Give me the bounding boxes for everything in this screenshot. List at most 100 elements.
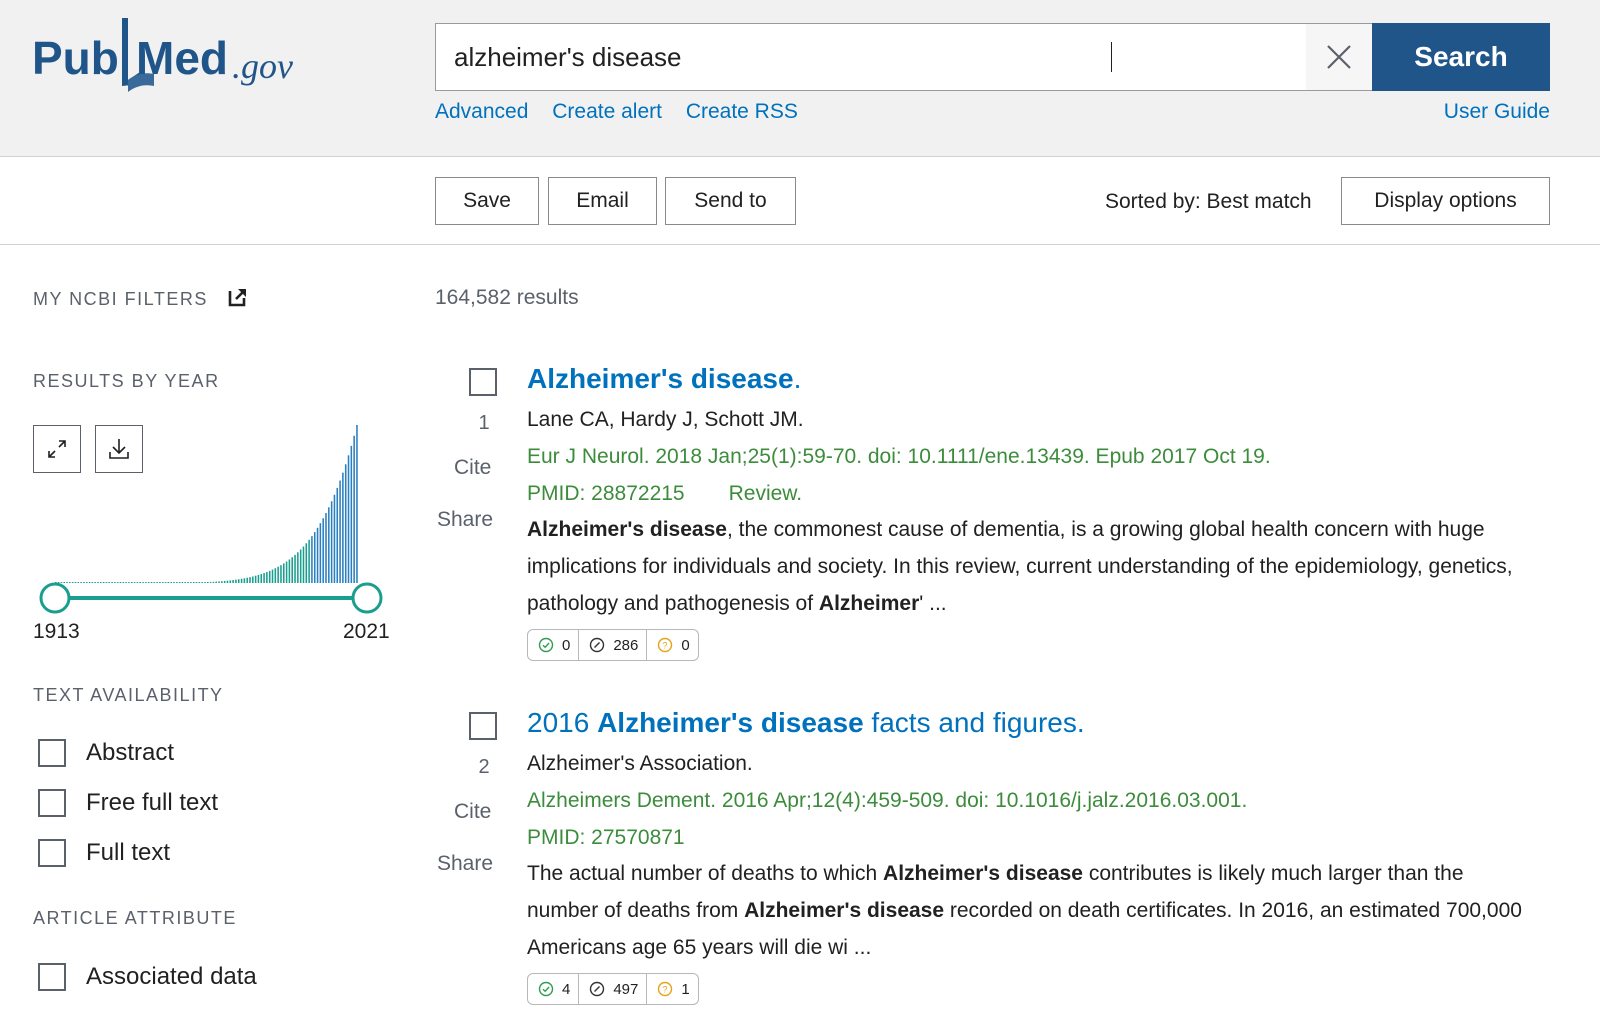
histogram-bar xyxy=(133,582,136,583)
external-link-icon xyxy=(229,289,247,307)
year-end-handle[interactable] xyxy=(351,582,383,614)
result-2-snippet: The actual number of deaths to which Alz… xyxy=(527,855,1527,966)
histogram-bar xyxy=(178,582,181,583)
title-highlight: Alzheimer's disease xyxy=(597,707,864,738)
email-button[interactable]: Email xyxy=(548,177,657,225)
svg-text:?: ? xyxy=(663,641,668,651)
title-highlight: Alzheimer's disease xyxy=(527,363,794,394)
contrasting-badge[interactable]: ? 0 xyxy=(647,630,697,660)
histogram-bar xyxy=(161,582,164,583)
abstract-checkbox[interactable] xyxy=(38,739,66,767)
histogram-bar xyxy=(105,582,108,583)
save-button[interactable]: Save xyxy=(435,177,539,225)
histogram-bar xyxy=(252,576,254,583)
histogram-bar xyxy=(97,582,99,583)
histogram-bar xyxy=(299,549,302,583)
close-icon xyxy=(1327,45,1351,69)
histogram-bar xyxy=(66,582,68,583)
send-to-button[interactable]: Send to xyxy=(665,177,796,225)
histogram-bar xyxy=(311,536,313,583)
full-text-checkbox[interactable] xyxy=(38,839,66,867)
check-circle-icon xyxy=(538,981,554,997)
histogram-bar xyxy=(350,445,353,583)
histogram-bar xyxy=(207,582,209,583)
result-1-checkbox[interactable] xyxy=(469,368,497,396)
header: Pub Med .gov Search Advanced Create aler… xyxy=(0,0,1600,157)
pubmed-logo[interactable]: Pub Med .gov xyxy=(32,14,322,94)
display-options-button[interactable]: Display options xyxy=(1341,177,1550,225)
histogram-bar xyxy=(328,507,330,583)
share-button[interactable]: Share xyxy=(437,852,493,876)
create-rss-link[interactable]: Create RSS xyxy=(686,100,798,123)
result-1-title[interactable]: Alzheimer's disease. xyxy=(527,363,801,395)
snippet-highlight: Alzheimer's disease xyxy=(744,899,945,922)
snippet-highlight: Alzheimer xyxy=(818,592,920,615)
year-start-handle[interactable] xyxy=(39,582,71,614)
pmid: PMID: 27570871 xyxy=(527,826,685,849)
result-1-pmid-line: PMID: 28872215 Review. xyxy=(527,482,802,506)
title-text: . xyxy=(793,363,802,394)
histogram-bar xyxy=(142,582,144,583)
result-2-citation-badges: 4 497 ? 1 xyxy=(527,973,699,1005)
histogram-bar xyxy=(94,582,96,583)
histogram-bar xyxy=(356,425,358,583)
histogram-bar xyxy=(339,480,341,583)
logo-gov-text: .gov xyxy=(232,46,293,86)
histogram-bar xyxy=(254,575,257,583)
histogram-bar xyxy=(170,582,172,583)
filter-label: Abstract xyxy=(86,739,175,766)
histogram-bar xyxy=(263,573,265,583)
create-alert-link[interactable]: Create alert xyxy=(552,100,662,123)
free-full-text-checkbox[interactable] xyxy=(38,789,66,817)
histogram-bar xyxy=(260,574,263,583)
user-guide-link[interactable]: User Guide xyxy=(1444,100,1550,124)
histogram-bar xyxy=(342,472,344,583)
advanced-link[interactable]: Advanced xyxy=(435,100,528,123)
associated-data-checkbox[interactable] xyxy=(38,963,66,991)
clear-search-button[interactable] xyxy=(1306,24,1372,90)
article-attribute-heading: ARTICLE ATTRIBUTE xyxy=(33,908,237,928)
supporting-badge[interactable]: 4 xyxy=(528,974,580,1004)
result-1-authors: Lane CA, Hardy J, Schott JM. xyxy=(527,408,804,431)
histogram-bar xyxy=(283,563,285,583)
filter-free-full-text[interactable]: Free full text xyxy=(38,789,218,817)
my-ncbi-filters-heading[interactable]: MY NCBI FILTERS xyxy=(33,287,248,310)
question-circle-icon: ? xyxy=(658,981,673,997)
filter-associated-data[interactable]: Associated data xyxy=(38,963,257,991)
result-number: 1 xyxy=(478,412,490,434)
share-button[interactable]: Share xyxy=(437,508,493,532)
slash-circle-icon xyxy=(590,981,605,997)
mentioning-badge[interactable]: 286 xyxy=(579,630,648,660)
contrasting-badge[interactable]: ? 1 xyxy=(647,974,697,1004)
histogram-bar xyxy=(308,539,310,583)
result-2-checkbox[interactable] xyxy=(469,712,497,740)
results-by-year-histogram[interactable] xyxy=(33,425,393,655)
histogram-bar xyxy=(198,582,201,583)
histogram-bar xyxy=(209,581,212,583)
cite-button[interactable]: Cite xyxy=(454,800,491,824)
badge-count: 0 xyxy=(562,636,571,654)
histogram-bar xyxy=(330,501,333,583)
result-2-pmid-line: PMID: 27570871 xyxy=(527,826,685,850)
histogram-bar xyxy=(237,579,240,583)
histogram-bar xyxy=(313,532,316,583)
search-button[interactable]: Search xyxy=(1372,23,1550,91)
slash-circle-icon xyxy=(590,637,605,653)
result-2-title[interactable]: 2016 Alzheimer's disease facts and figur… xyxy=(527,707,1085,739)
histogram-bar xyxy=(204,582,206,583)
mentioning-badge[interactable]: 497 xyxy=(579,974,648,1004)
filter-abstract[interactable]: Abstract xyxy=(38,739,174,767)
histogram-bar xyxy=(243,578,246,583)
histogram-bar xyxy=(187,582,189,583)
histogram-bar xyxy=(223,580,226,583)
histogram-bar xyxy=(218,581,220,583)
year-end-label: 2021 xyxy=(343,620,390,643)
histogram-bar xyxy=(274,568,277,583)
histogram-bar xyxy=(333,494,336,583)
search-input[interactable] xyxy=(436,24,1306,90)
histogram-bar xyxy=(71,582,74,583)
year-start-label: 1913 xyxy=(33,620,80,643)
filter-full-text[interactable]: Full text xyxy=(38,839,170,867)
supporting-badge[interactable]: 0 xyxy=(528,630,580,660)
cite-button[interactable]: Cite xyxy=(454,456,491,480)
